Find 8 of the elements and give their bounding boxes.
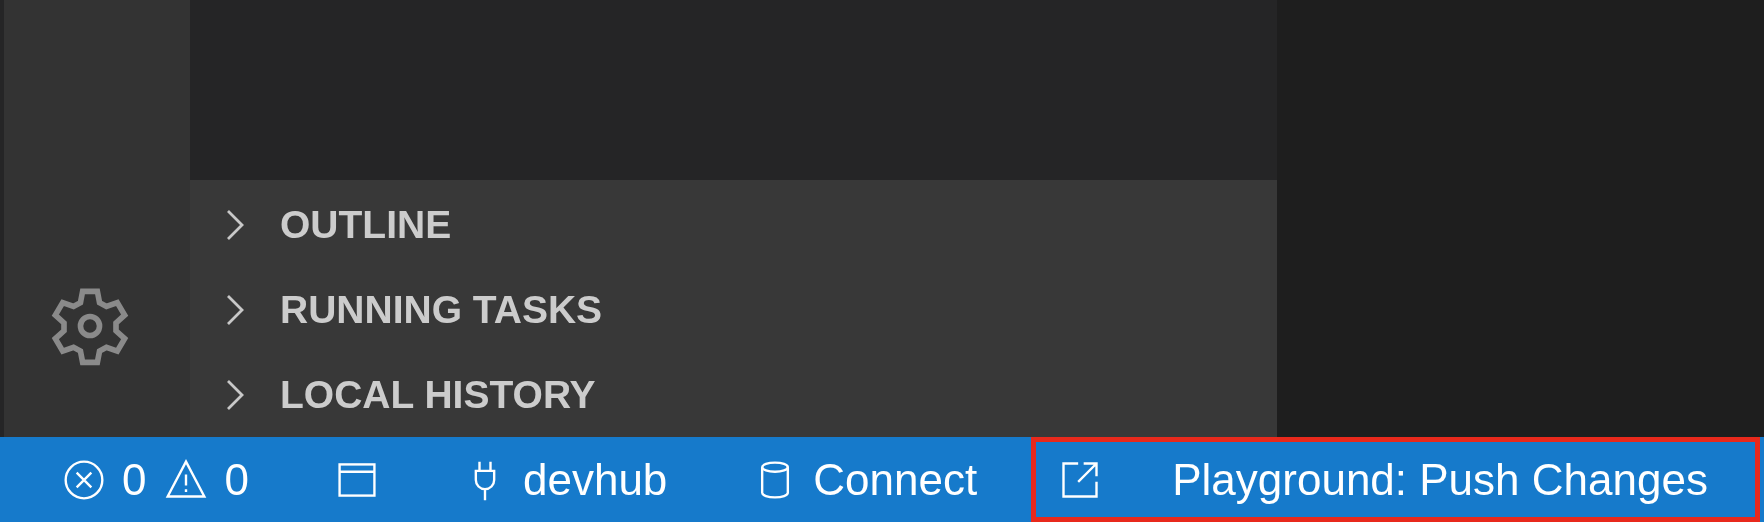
- connection-name: devhub: [522, 454, 668, 505]
- section-header[interactable]: OUTLINE: [190, 182, 1277, 267]
- section-header[interactable]: LOCAL HISTORY: [190, 352, 1277, 437]
- error-count: 0: [122, 454, 147, 505]
- command-label: Playground: Push Changes: [1172, 454, 1708, 505]
- warning-count: 0: [224, 454, 249, 505]
- section-header[interactable]: RUNNING TASKS: [190, 267, 1277, 352]
- connect-label: Connect: [813, 454, 978, 505]
